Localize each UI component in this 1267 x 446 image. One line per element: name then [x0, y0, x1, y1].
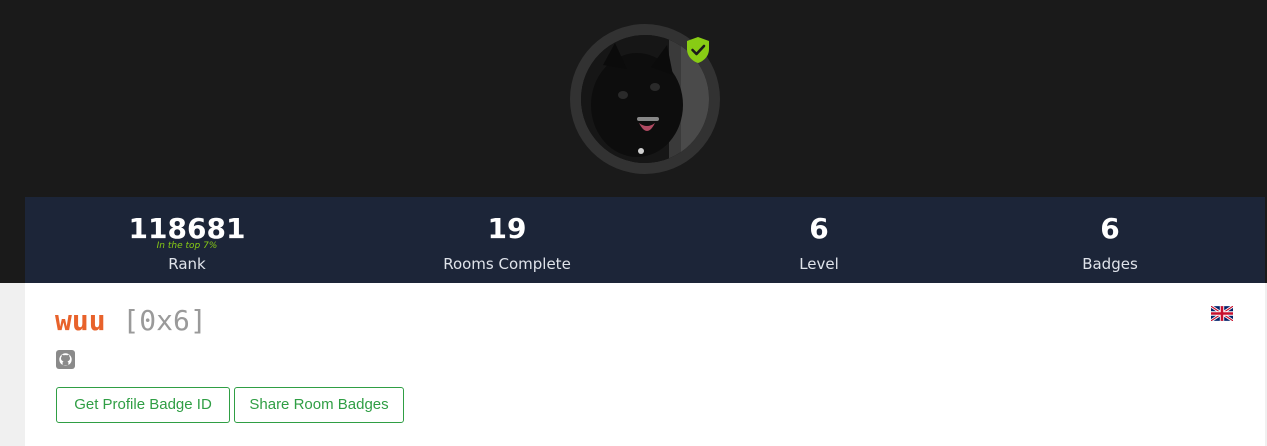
rank-label: Rank	[168, 255, 206, 273]
stat-rank: 118681 In the top 7% Rank	[87, 197, 287, 283]
badges-label: Badges	[1082, 255, 1138, 273]
stat-badges: 6 Badges	[1010, 197, 1210, 283]
username: wuu	[55, 304, 106, 337]
united-kingdom-flag-icon	[1211, 306, 1233, 321]
share-room-badges-button[interactable]: Share Room Badges	[234, 387, 404, 423]
user-tag: [0x6]	[122, 304, 207, 337]
github-link[interactable]	[56, 350, 75, 369]
level-label: Level	[799, 255, 839, 273]
profile-card: wuu [0x6] Get Profile Badge ID Share Roo…	[25, 283, 1265, 446]
github-icon	[59, 353, 72, 366]
rank-percentile: In the top 7%	[156, 241, 218, 251]
username-heading: wuu [0x6]	[55, 303, 207, 339]
level-value: 6	[809, 212, 829, 245]
stat-rooms-complete: 19 Rooms Complete	[407, 197, 607, 283]
verified-shield-icon	[687, 37, 709, 63]
rooms-complete-label: Rooms Complete	[443, 255, 571, 273]
get-profile-badge-id-button[interactable]: Get Profile Badge ID	[56, 387, 230, 423]
stats-bar: 118681 In the top 7% Rank 19 Rooms Compl…	[25, 197, 1265, 283]
stat-level: 6 Level	[719, 197, 919, 283]
rooms-complete-value: 19	[487, 212, 527, 245]
badges-value: 6	[1100, 212, 1120, 245]
